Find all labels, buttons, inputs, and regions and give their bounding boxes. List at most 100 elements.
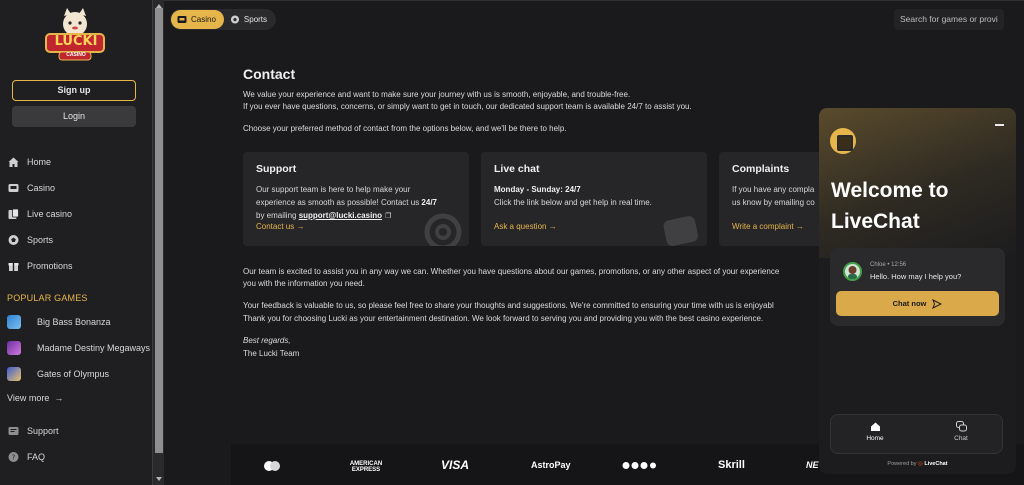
arrow-right-icon: → xyxy=(296,222,305,231)
nav-label: Chat xyxy=(954,435,968,442)
sidebar-game-label: Big Bass Bonanza xyxy=(37,317,111,327)
chat-now-label: Chat now xyxy=(892,299,927,308)
gift-icon xyxy=(8,263,19,271)
game-thumbnail xyxy=(7,315,21,329)
support-email-link[interactable]: support@lucki.casino xyxy=(299,211,382,220)
chat-now-button[interactable]: Chat now xyxy=(836,291,999,316)
card-text: Our support team is here to help make yo… xyxy=(256,183,437,223)
mastercard-icon xyxy=(264,461,280,471)
casino-icon xyxy=(8,184,19,192)
login-button[interactable]: Login xyxy=(12,106,136,127)
sidebar-item-casino[interactable]: Casino xyxy=(7,180,55,196)
livechat-nav: Home Chat xyxy=(830,414,1003,454)
card-text: If you have any compla us know by emaili… xyxy=(732,183,815,209)
topbar: Casino Sports Search for games or provi xyxy=(164,0,1024,36)
sidebar-game-big-bass-bonanza[interactable]: Big Bass Bonanza xyxy=(7,314,111,330)
card-title: Support xyxy=(256,163,297,175)
visa-logo: VISA xyxy=(441,458,470,472)
arrow-right-icon: → xyxy=(795,222,804,231)
ask-question-link[interactable]: Ask a question → xyxy=(494,222,557,231)
logo-subtext: CASINO xyxy=(66,52,86,58)
link-label: Contact us xyxy=(256,222,295,231)
body-paragraph-line: Your feedback is valuable to us, so plea… xyxy=(243,301,774,310)
sidebar-item-label: Casino xyxy=(27,183,56,193)
product-tabs: Casino Sports xyxy=(170,9,277,30)
sign-off-team: The Lucki Team xyxy=(243,349,300,358)
intro-paragraph-line: We value your experience and want to mak… xyxy=(243,90,631,99)
card-text-line: us know by emailing co xyxy=(732,198,815,207)
sidebar-item-support[interactable]: Support xyxy=(7,423,59,439)
card-title: Live chat xyxy=(494,163,540,175)
scroll-down-arrow-icon[interactable] xyxy=(156,477,162,481)
game-thumbnail xyxy=(7,341,21,355)
sidebar-item-label: Support xyxy=(27,426,59,436)
arrow-right-icon: → xyxy=(548,222,557,231)
view-more-link[interactable]: View more → xyxy=(7,390,63,406)
sidebar-game-madame-destiny[interactable]: Madame Destiny Megaways xyxy=(7,340,150,356)
copy-icon[interactable]: ❐ xyxy=(385,213,391,220)
powered-brand: LiveChat xyxy=(924,461,948,467)
nav-label: Home xyxy=(866,435,884,442)
card-text-line: Monday - Sunday: 24/7 xyxy=(494,185,581,194)
game-thumbnail xyxy=(7,367,21,381)
livechat-nav-chat[interactable]: Chat xyxy=(931,421,991,442)
sidebar-item-faq[interactable]: ? FAQ xyxy=(7,449,45,465)
agent-message-card: Chloe • 12:56 Hello. How may I help you?… xyxy=(830,248,1005,326)
question-icon: ? xyxy=(8,452,19,462)
agent-avatar xyxy=(843,262,862,281)
send-icon xyxy=(932,298,943,309)
write-complaint-link[interactable]: Write a complaint → xyxy=(732,222,804,231)
livechat-widget: Welcome to LiveChat Chloe • 12:56 Hello.… xyxy=(819,108,1016,474)
tab-casino[interactable]: Casino xyxy=(171,10,224,29)
sidebar-item-sports[interactable]: Sports xyxy=(7,232,53,248)
search-input[interactable]: Search for games or provi xyxy=(894,9,1004,30)
signup-button[interactable]: Sign up xyxy=(12,80,136,101)
sidebar-item-label: Home xyxy=(27,157,52,167)
sidebar-item-label: Promotions xyxy=(27,261,73,271)
intro-paragraph-line: If you ever have questions, concerns, or… xyxy=(243,102,692,111)
sidebar-item-label: Live casino xyxy=(27,209,73,219)
minimize-icon[interactable] xyxy=(995,124,1004,126)
sidebar-item-live-casino[interactable]: Live casino xyxy=(7,206,72,222)
livechat-brand-icon xyxy=(830,128,856,154)
card-text-line: Our support team is here to help make yo… xyxy=(256,185,411,194)
contact-us-link[interactable]: Contact us → xyxy=(256,222,304,231)
agent-face-icon xyxy=(848,266,857,279)
home-icon xyxy=(8,157,19,167)
livechat-title: Welcome to LiveChat xyxy=(831,179,949,233)
scrollbar-thumb[interactable] xyxy=(155,8,163,453)
link-label: Write a complaint xyxy=(732,222,794,231)
sports-icon xyxy=(8,235,19,245)
sidebar-item-label: Sports xyxy=(27,235,54,245)
arrow-right-icon: → xyxy=(54,393,64,403)
sidebar-item-label: FAQ xyxy=(27,452,46,462)
card-text-segment: by emailing xyxy=(256,211,299,220)
tab-label: Sports xyxy=(243,15,268,24)
agent-message: Hello. How may I help you? xyxy=(870,272,962,281)
sidebar-game-gates-of-olympus[interactable]: Gates of Olympus xyxy=(7,366,109,382)
sidebar: LUCKI CASINO Sign up Login Home Casino L… xyxy=(0,0,152,485)
chat-bubbles-icon xyxy=(955,421,967,432)
tab-sports[interactable]: Sports xyxy=(224,10,275,29)
chat-bubble-watermark-icon xyxy=(663,216,699,246)
sidebar-scrollbar[interactable] xyxy=(152,0,164,485)
live-chat-card: Live chat Monday - Sunday: 24/7 Click th… xyxy=(481,152,707,246)
card-text-line: experience as smooth as possible! Contac… xyxy=(256,196,437,209)
body-paragraph-line: Thank you for choosing Lucki as your ent… xyxy=(243,314,764,323)
message-meta: Chloe • 12:56 xyxy=(870,262,907,268)
card-text-line: Click the link below and get help in rea… xyxy=(494,198,652,207)
neteller-logo: NE xyxy=(806,460,819,470)
card-title: Complaints xyxy=(732,163,790,175)
casino-icon xyxy=(177,16,187,23)
sign-off-line: Best regards, xyxy=(243,336,291,345)
hours-highlight: 24/7 xyxy=(421,198,437,207)
astropay-logo: AstroPay xyxy=(531,460,571,470)
support-icon xyxy=(8,427,19,435)
link-label: Ask a question xyxy=(494,222,547,231)
powered-by[interactable]: Powered by ◎ LiveChat xyxy=(819,461,1016,467)
livechat-nav-home[interactable]: Home xyxy=(845,421,905,442)
home-icon xyxy=(870,422,880,431)
sidebar-item-home[interactable]: Home xyxy=(7,154,51,170)
payment-dots-logo xyxy=(622,462,656,469)
sidebar-item-promotions[interactable]: Promotions xyxy=(7,258,73,274)
